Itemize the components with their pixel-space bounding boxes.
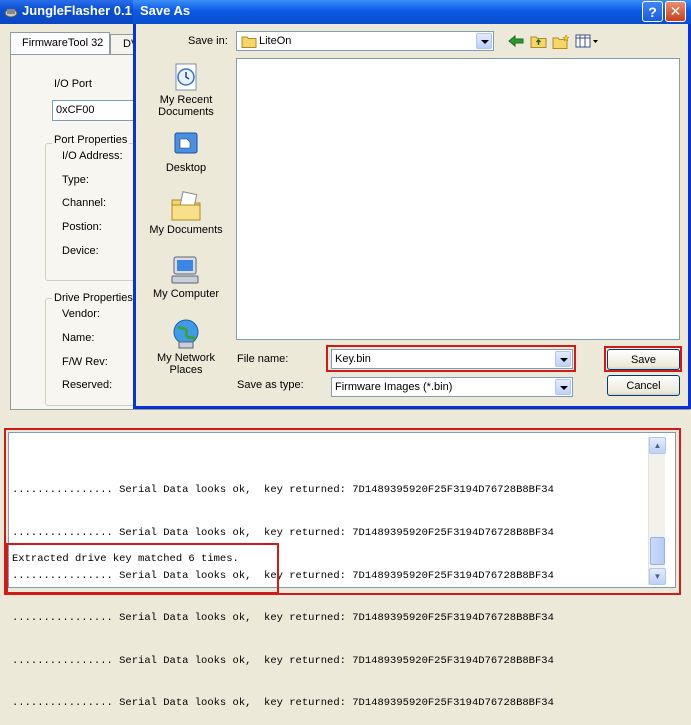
type-label: Type: <box>62 174 89 186</box>
my-documents-icon <box>171 191 201 221</box>
log-line: ................ Serial Data looks ok, k… <box>12 612 554 625</box>
help-button[interactable]: ? <box>642 1 663 22</box>
app-chip-icon <box>4 8 18 18</box>
up-folder-icon <box>530 36 546 48</box>
app-title: JungleFlasher 0.1 <box>22 3 132 18</box>
back-arrow-icon <box>508 35 524 47</box>
view-menu-button[interactable] <box>574 32 600 50</box>
port-properties-group <box>45 143 145 281</box>
place-label: My Network Places <box>156 352 216 376</box>
places-bar: My Recent Documents Desktop My Documents… <box>141 58 231 388</box>
name-label: Name: <box>62 332 95 344</box>
chevron-down-icon[interactable] <box>476 33 492 49</box>
device-label: Device: <box>62 245 99 257</box>
folder-icon <box>241 36 257 48</box>
up-folder-button[interactable] <box>528 32 548 50</box>
io-port-input[interactable]: 0xCF00 <box>52 100 140 121</box>
view-menu-icon <box>575 34 598 48</box>
desktop-icon <box>174 132 198 154</box>
place-my-documents[interactable]: My Documents <box>141 190 231 236</box>
place-my-network-places[interactable]: My Network Places <box>141 318 231 376</box>
tab-firmwaretool[interactable]: FirmwareTool 32 <box>10 32 110 54</box>
channel-label: Channel: <box>62 197 107 209</box>
port-properties-title: Port Properties <box>52 134 130 146</box>
close-button[interactable]: ✕ <box>665 1 686 22</box>
place-desktop[interactable]: Desktop <box>141 130 231 174</box>
place-my-computer[interactable]: My Computer <box>141 254 231 300</box>
vendor-label: Vendor: <box>62 308 100 320</box>
io-address-label: I/O Address: <box>62 150 123 162</box>
place-my-recent-documents[interactable]: My Recent Documents <box>141 62 231 118</box>
save-in-value: LiteOn <box>259 35 292 47</box>
log-line: ................ Serial Data looks ok, k… <box>12 654 554 667</box>
fw-rev-label: F/W Rev: <box>62 356 108 368</box>
chevron-down-icon[interactable] <box>555 379 571 395</box>
place-label: Desktop <box>165 162 207 174</box>
place-label: My Computer <box>152 288 220 300</box>
save-in-label: Save in: <box>188 35 228 47</box>
save-type-label: Save as type: <box>237 379 304 391</box>
network-places-icon <box>173 319 199 349</box>
log-line: ................ Serial Data looks ok, k… <box>12 697 554 710</box>
back-button[interactable] <box>506 32 526 50</box>
save-type-value: Firmware Images (*.bin) <box>335 381 453 393</box>
recent-documents-icon <box>175 63 197 91</box>
dialog-title-bar[interactable] <box>133 0 691 24</box>
save-in-dropdown[interactable]: LiteOn <box>236 31 494 51</box>
position-label: Postion: <box>62 221 102 233</box>
save-type-dropdown[interactable]: Firmware Images (*.bin) <box>331 377 573 397</box>
reserved-label: Reserved: <box>62 379 113 391</box>
new-folder-icon <box>552 33 570 49</box>
file-name-label: File name: <box>237 353 289 365</box>
place-label: My Documents <box>149 224 223 236</box>
cancel-button[interactable]: Cancel <box>607 375 680 396</box>
save-highlight-box <box>604 346 682 372</box>
drive-properties-title: Drive Properties <box>52 292 135 304</box>
my-computer-icon <box>171 256 199 284</box>
summary-highlight-box <box>6 543 279 594</box>
dialog-title: Save As <box>140 3 191 18</box>
file-list[interactable] <box>236 58 680 340</box>
io-port-label: I/O Port <box>54 78 92 90</box>
new-folder-button[interactable] <box>551 32 571 50</box>
place-label: My Recent Documents <box>158 94 214 118</box>
filename-highlight-box <box>326 345 576 372</box>
